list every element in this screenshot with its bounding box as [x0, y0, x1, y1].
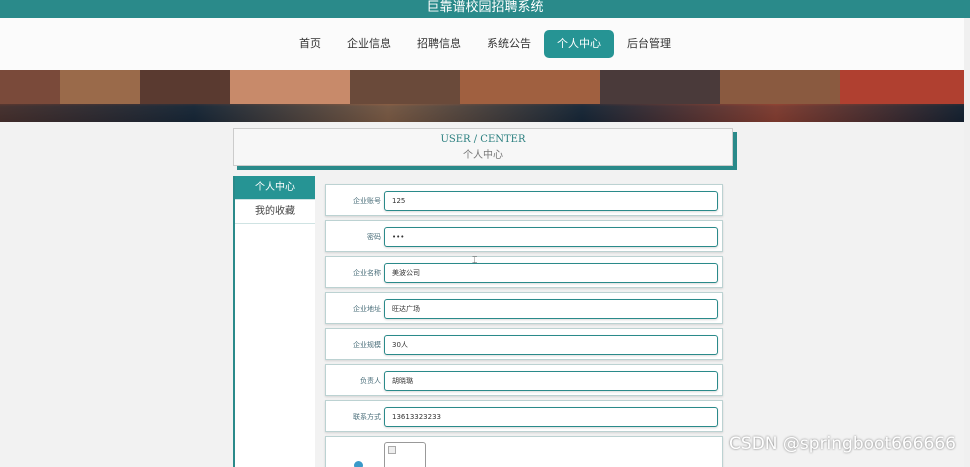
- form-row-contact-person: 负责人 胡晓璐: [325, 364, 723, 396]
- watermark: CSDN @springboot666666: [729, 434, 956, 454]
- nav-home[interactable]: 首页: [286, 30, 334, 58]
- form-row-company-address: 企业地址 旺达广场: [325, 292, 723, 324]
- page-heading-box: USER / CENTER 个人中心: [233, 128, 733, 166]
- form-row-logo: [325, 436, 723, 467]
- nav-personal-center[interactable]: 个人中心: [544, 30, 614, 58]
- form-row-password: 密码 •••: [325, 220, 723, 252]
- phone-label: 联系方式: [353, 413, 381, 421]
- password-input[interactable]: •••: [384, 227, 718, 247]
- nav-company-info[interactable]: 企业信息: [334, 30, 404, 58]
- password-label: 密码: [367, 233, 381, 241]
- broken-image-icon: [388, 446, 396, 454]
- page-heading-cn: 个人中心: [463, 150, 503, 161]
- nav-admin[interactable]: 后台管理: [614, 30, 684, 58]
- app-title: 巨靠谱校园招聘系统: [0, 0, 970, 18]
- banner-image: [0, 70, 970, 122]
- sidebar-item-favorites[interactable]: 我的收藏: [235, 200, 315, 224]
- sidebar-item-personal-center[interactable]: 个人中心: [235, 176, 315, 200]
- form-row-phone: 联系方式 13613323233: [325, 400, 723, 432]
- mouse-cursor-icon: ⌶: [472, 256, 478, 266]
- company-size-input[interactable]: 30人: [384, 335, 718, 355]
- top-nav: 首页 企业信息 招聘信息 系统公告 个人中心 后台管理: [0, 18, 970, 70]
- company-size-label: 企业规模: [353, 341, 381, 349]
- logo-radio[interactable]: [354, 461, 363, 467]
- company-address-label: 企业地址: [353, 305, 381, 313]
- nav-announcements[interactable]: 系统公告: [474, 30, 544, 58]
- form-row-account: 企业账号 125: [325, 184, 723, 216]
- contact-person-input[interactable]: 胡晓璐: [384, 371, 718, 391]
- account-label: 企业账号: [353, 197, 381, 205]
- form-row-company-name: 企业名称 美波公司: [325, 256, 723, 288]
- account-input[interactable]: 125: [384, 191, 718, 211]
- company-address-input[interactable]: 旺达广场: [384, 299, 718, 319]
- phone-input[interactable]: 13613323233: [384, 407, 718, 427]
- profile-form: 企业账号 125 密码 ••• 企业名称 美波公司 企业地址 旺达广场 企业规模…: [325, 184, 723, 467]
- scrollbar[interactable]: [964, 18, 970, 467]
- company-name-input[interactable]: 美波公司: [384, 263, 718, 283]
- form-row-company-size: 企业规模 30人: [325, 328, 723, 360]
- page-heading-en: USER / CENTER: [440, 134, 526, 145]
- sidebar: 个人中心 我的收藏: [233, 176, 315, 467]
- contact-person-label: 负责人: [360, 377, 381, 385]
- logo-image[interactable]: [384, 442, 426, 467]
- company-name-label: 企业名称: [353, 269, 381, 277]
- nav-job-info[interactable]: 招聘信息: [404, 30, 474, 58]
